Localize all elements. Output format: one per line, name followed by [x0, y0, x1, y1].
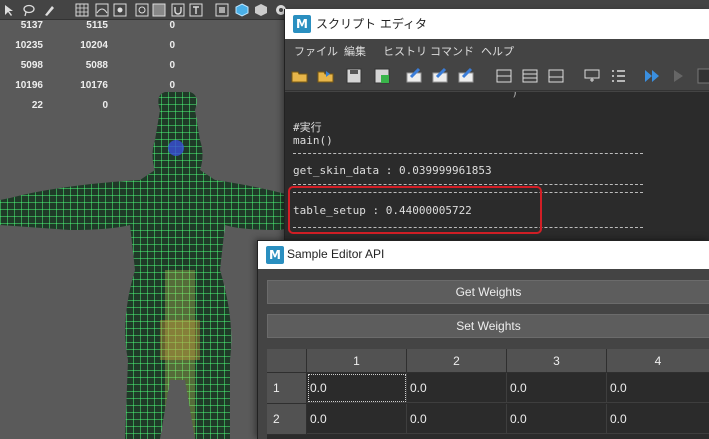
table-cell[interactable]: 0.0 — [407, 404, 507, 434]
output-separator — [293, 184, 643, 185]
shaded-cube-icon[interactable] — [254, 3, 268, 17]
grid-snap-icon[interactable] — [75, 3, 89, 17]
sample-editor-window[interactable]: Sample Editor API Get Weights Set Weight… — [257, 240, 709, 439]
surface-snap-icon[interactable] — [152, 3, 166, 17]
execute-icon[interactable] — [669, 67, 687, 85]
weights-table[interactable]: 1 2 3 4 1 0.0 0.0 0.0 0.0 2 0.0 0.0 0.0 … — [267, 349, 709, 439]
save-icon[interactable] — [345, 67, 363, 85]
output-separator — [293, 153, 643, 154]
output-call: main() — [293, 134, 333, 147]
output-line: " ) — [293, 92, 519, 99]
column-header[interactable]: 4 — [607, 349, 709, 373]
text-tool-icon[interactable] — [189, 3, 203, 17]
table-cell[interactable]: 0.0 — [407, 373, 507, 403]
cube-icon[interactable] — [235, 3, 249, 17]
render-region-icon[interactable] — [215, 3, 229, 17]
line-numbers-icon[interactable] — [609, 67, 627, 85]
maya-logo-icon — [293, 15, 311, 33]
menu-edit[interactable]: 編集 — [344, 43, 366, 59]
point-snap-icon[interactable] — [113, 3, 127, 17]
window-title: Sample Editor API — [287, 247, 385, 261]
show-history-icon[interactable] — [495, 67, 513, 85]
clear-all-icon[interactable] — [457, 67, 475, 85]
table-cell[interactable]: 0.0 — [607, 373, 709, 403]
paint-brush-icon[interactable] — [42, 3, 56, 17]
wireframe-character-mesh[interactable] — [0, 20, 300, 439]
menu-command[interactable]: コマンド — [430, 43, 474, 59]
script-editor-toolbar — [285, 61, 709, 91]
magnet-icon[interactable] — [171, 3, 185, 17]
menu-bar: ファイル 編集 ヒストリ コマンド ヘルプ — [285, 39, 709, 61]
column-header[interactable]: 2 — [407, 349, 507, 373]
get-weights-button[interactable]: Get Weights — [267, 280, 709, 304]
show-input-icon[interactable] — [521, 67, 539, 85]
load-script-icon[interactable] — [317, 67, 335, 85]
clear-input-icon[interactable] — [431, 67, 449, 85]
row-header[interactable]: 2 — [267, 404, 307, 435]
window-title: スクリプト エディタ — [316, 17, 427, 31]
select-icon[interactable] — [2, 3, 16, 17]
echo-commands-icon[interactable] — [583, 67, 601, 85]
maya-logo-icon — [266, 246, 284, 264]
curve-snap-icon[interactable] — [95, 3, 109, 17]
menu-help[interactable]: ヘルプ — [481, 43, 514, 59]
menu-file[interactable]: ファイル — [294, 43, 338, 59]
execute-all-icon[interactable] — [643, 67, 661, 85]
table-corner[interactable] — [267, 349, 307, 373]
script-editor-titlebar[interactable]: スクリプト エディタ — [285, 9, 709, 39]
lasso-icon[interactable] — [22, 3, 36, 17]
table-cell[interactable]: 0.0 — [507, 404, 607, 434]
open-folder-icon[interactable] — [291, 67, 309, 85]
table-cell[interactable]: 0.0 — [607, 404, 709, 434]
save-script-icon[interactable] — [373, 67, 391, 85]
sample-editor-titlebar[interactable]: Sample Editor API — [258, 241, 709, 269]
table-cell[interactable]: 0.0 — [307, 404, 407, 434]
highlight-annotation — [288, 186, 542, 234]
clear-history-icon[interactable] — [405, 67, 423, 85]
table-cell[interactable]: 0.0 — [307, 373, 407, 403]
view-snap-icon[interactable] — [135, 3, 149, 17]
column-header[interactable]: 3 — [507, 349, 607, 373]
show-both-icon[interactable] — [547, 67, 565, 85]
output-comment: #実行 — [293, 121, 322, 134]
column-header[interactable]: 1 — [307, 349, 407, 373]
table-cell[interactable]: 0.0 — [507, 373, 607, 403]
script-editor-window[interactable]: スクリプト エディタ ファイル 編集 ヒストリ コマンド ヘルプ " ) #実行 — [284, 9, 709, 241]
history-output-pane[interactable]: " ) #実行 main() get_skin_data : 0.0399999… — [285, 92, 709, 241]
output-skin-data-time: get_skin_data : 0.039999961853 — [293, 164, 492, 177]
set-weights-button[interactable]: Set Weights — [267, 314, 709, 338]
row-header[interactable]: 1 — [267, 373, 307, 404]
menu-history[interactable]: ヒストリ — [383, 43, 427, 59]
overflow-icon[interactable] — [697, 67, 709, 85]
